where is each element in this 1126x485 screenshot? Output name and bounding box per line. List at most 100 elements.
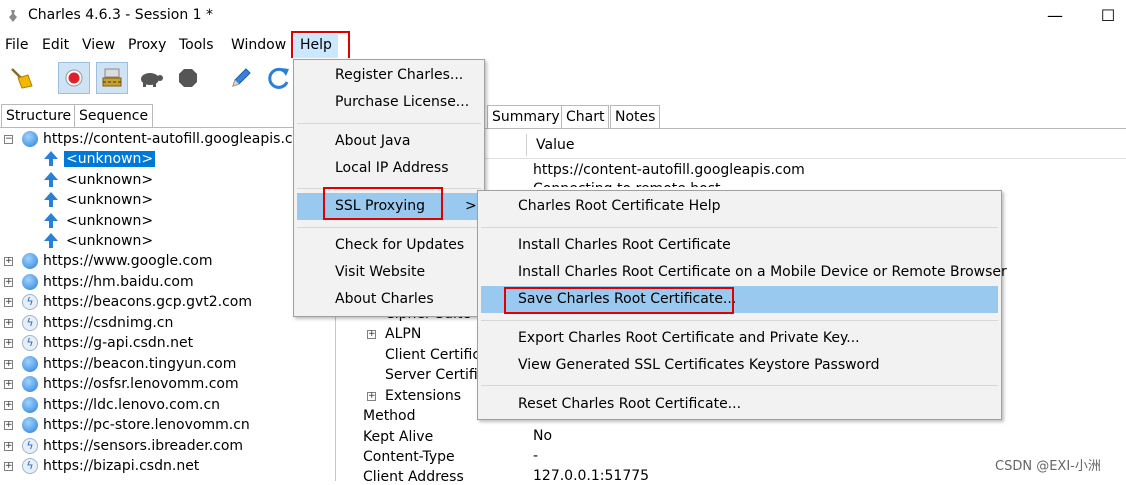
menu-install-on-mobile-device[interactable]: Install Charles Root Certificate on a Mo… <box>518 264 1007 280</box>
menu-view[interactable]: View <box>82 37 115 53</box>
menu-reset-root-certificate[interactable]: Reset Charles Root Certificate... <box>518 396 741 412</box>
throttle-icon <box>102 68 122 87</box>
expand-icon[interactable]: + <box>4 278 13 287</box>
upload-arrow-icon <box>44 213 58 228</box>
menu-edit[interactable]: Edit <box>42 37 69 53</box>
maximize-button[interactable]: ☐ <box>1093 4 1123 28</box>
save-root-annotation-box <box>504 287 734 314</box>
globe-icon <box>22 131 38 147</box>
tree-host[interactable]: https://www.google.com <box>43 251 212 271</box>
menu-export-root-and-key[interactable]: Export Charles Root Certificate and Priv… <box>518 330 860 346</box>
tab-sequence[interactable]: Sequence <box>74 104 154 128</box>
tree-host[interactable]: https://sensors.ibreader.com <box>43 436 243 456</box>
menu-window[interactable]: Window <box>231 37 286 53</box>
content-type-value: - <box>533 448 539 464</box>
menu-separator <box>481 227 998 228</box>
tab-notes[interactable]: Notes <box>610 105 661 129</box>
globe-icon <box>22 253 38 269</box>
lightning-icon: ϟ <box>22 294 38 310</box>
client-address-value: 127.0.0.1:51775 <box>533 468 650 484</box>
expand-icon[interactable]: + <box>367 330 376 339</box>
menu-separator <box>297 227 481 228</box>
tree-host[interactable]: https://beacons.gcp.gvt2.com <box>43 292 252 312</box>
menu-file[interactable]: File <box>5 37 28 53</box>
collapse-icon[interactable]: − <box>4 135 13 144</box>
expand-icon[interactable]: + <box>4 401 13 410</box>
content-type-label: Content-Type <box>363 449 455 465</box>
tab-structure[interactable]: Structure <box>1 104 77 128</box>
menu-check-for-updates[interactable]: Check for Updates <box>335 237 464 253</box>
expand-icon[interactable]: + <box>4 360 13 369</box>
expand-icon[interactable]: + <box>4 339 13 348</box>
menu-separator <box>481 320 998 321</box>
expand-icon[interactable]: + <box>4 319 13 328</box>
lightning-icon: ϟ <box>22 438 38 454</box>
client-address-label: Client Address <box>363 469 464 485</box>
tree-child[interactable]: <unknown> <box>66 211 153 231</box>
expand-icon[interactable]: + <box>4 298 13 307</box>
tree-child[interactable]: <unknown> <box>66 231 153 251</box>
stop-icon[interactable] <box>176 66 200 90</box>
expand-icon[interactable]: + <box>4 462 13 471</box>
upload-arrow-icon <box>44 151 58 166</box>
tree-host[interactable]: https://bizapi.csdn.net <box>43 456 199 476</box>
menu-separator <box>297 123 481 124</box>
menu-install-root-certificate[interactable]: Install Charles Root Certificate <box>518 237 731 253</box>
menu-visit-website[interactable]: Visit Website <box>335 264 425 280</box>
expand-icon[interactable]: + <box>4 442 13 451</box>
tree-host[interactable]: https://pc-store.lenovomm.cn <box>43 415 250 435</box>
tab-chart[interactable]: Chart <box>561 105 610 129</box>
refresh-icon[interactable] <box>266 65 292 91</box>
tree-child[interactable]: <unknown> <box>66 170 153 190</box>
expand-icon[interactable]: + <box>367 392 376 401</box>
expand-icon[interactable]: + <box>4 380 13 389</box>
tree-child[interactable]: <unknown> <box>66 190 153 210</box>
lightning-icon: ϟ <box>22 458 38 474</box>
menu-root-certificate-help[interactable]: Charles Root Certificate Help <box>518 198 721 214</box>
turtle-icon[interactable] <box>138 66 164 90</box>
extensions-label: Extensions <box>385 388 462 404</box>
tree-host[interactable]: https://hm.baidu.com <box>43 272 194 292</box>
expand-icon[interactable]: + <box>4 257 13 266</box>
tree-host[interactable]: https://osfsr.lenovomm.com <box>43 374 239 394</box>
upload-arrow-icon <box>44 172 58 187</box>
upload-arrow-icon <box>44 233 58 248</box>
tree-host[interactable]: https://ldc.lenovo.com.cn <box>43 395 220 415</box>
pen-icon[interactable] <box>228 65 254 91</box>
globe-icon <box>22 356 38 372</box>
menu-about-java[interactable]: About Java <box>335 133 410 149</box>
tree-host[interactable]: https://beacon.tingyun.com <box>43 354 236 374</box>
menu-proxy[interactable]: Proxy <box>128 37 166 53</box>
tab-summary[interactable]: Summary <box>487 105 565 129</box>
column-divider[interactable] <box>526 134 527 156</box>
value-column-header: Value <box>536 137 575 153</box>
tree-child-selected[interactable]: <unknown> <box>64 149 156 169</box>
menu-purchase-license[interactable]: Purchase License... <box>335 94 469 110</box>
lightning-icon: ϟ <box>22 335 38 351</box>
menu-view-keystore-password[interactable]: View Generated SSL Certificates Keystore… <box>518 357 880 373</box>
menu-local-ip-address[interactable]: Local IP Address <box>335 160 449 176</box>
method-label: Method <box>363 408 416 424</box>
tree-host[interactable]: https://g-api.csdn.net <box>43 333 193 353</box>
server-certificates-label: Server Certific <box>385 367 486 383</box>
menu-tools[interactable]: Tools <box>179 37 214 53</box>
broom-icon[interactable] <box>8 66 34 90</box>
globe-icon <box>22 417 38 433</box>
tree-root-host[interactable]: https://content-autofill.googleapis.com <box>43 129 315 149</box>
help-annotation-box <box>291 31 350 60</box>
ssl-proxying-annotation-box <box>323 187 443 220</box>
minimize-button[interactable]: — <box>1040 4 1070 28</box>
csdn-watermark: CSDN @EXI-小洲 <box>995 459 1101 474</box>
upload-arrow-icon <box>44 192 58 207</box>
menu-about-charles[interactable]: About Charles <box>335 291 434 307</box>
menu-bar <box>0 34 1126 58</box>
menu-register-charles[interactable]: Register Charles... <box>335 67 463 83</box>
expand-icon[interactable]: + <box>4 421 13 430</box>
toolbar <box>0 58 1126 98</box>
menu-separator <box>481 385 998 386</box>
globe-icon <box>22 397 38 413</box>
tree-host[interactable]: https://csdnimg.cn <box>43 313 173 333</box>
record-icon <box>65 69 83 87</box>
kept-alive-value: No <box>533 428 553 444</box>
lightning-icon: ϟ <box>22 315 38 331</box>
